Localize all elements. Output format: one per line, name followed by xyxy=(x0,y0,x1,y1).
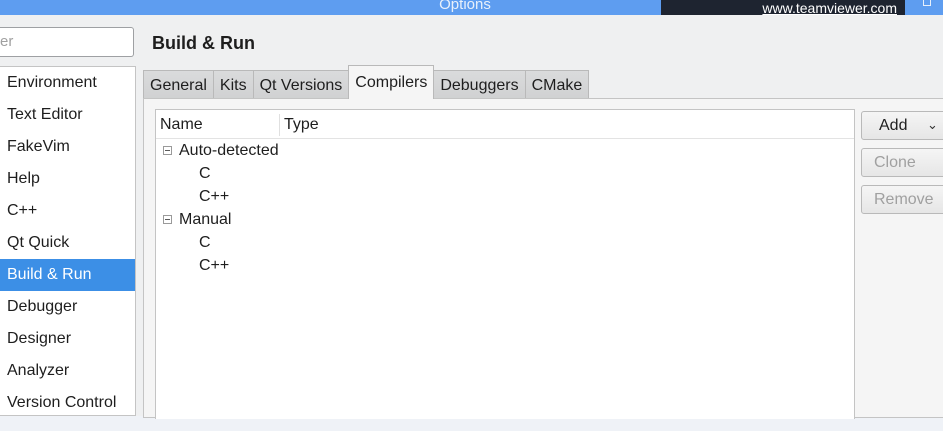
tree-item-label: C++ xyxy=(199,188,230,205)
sidebar-item-help[interactable]: Help xyxy=(0,163,135,195)
tree-item[interactable]: C xyxy=(156,162,854,185)
sidebar-item-environment[interactable]: Environment xyxy=(0,67,135,99)
tab-compilers[interactable]: Compilers xyxy=(348,65,435,99)
tree-item-label: C xyxy=(199,234,211,251)
sidebar-item-designer[interactable]: Designer xyxy=(0,323,135,355)
sidebar-item-cpp[interactable]: C++ xyxy=(0,195,135,227)
tree-item[interactable]: C++ xyxy=(156,254,854,277)
add-button-label: Add xyxy=(879,117,908,134)
sidebar-item-qt-quick[interactable]: Qt Quick xyxy=(0,227,135,259)
tree-group-auto-detected[interactable]: Auto-detected xyxy=(156,139,854,162)
remove-button[interactable]: Remove xyxy=(861,185,943,214)
sidebar-item-text-editor[interactable]: Text Editor xyxy=(0,99,135,131)
tree-group-manual[interactable]: Manual xyxy=(156,208,854,231)
compilers-panel: Name Type Auto-detected C C++ Manual C C… xyxy=(143,98,943,419)
add-button[interactable]: Add ⌄ xyxy=(861,111,943,140)
sidebar-item-build-run[interactable]: Build & Run xyxy=(0,259,135,291)
compiler-tree[interactable]: Name Type Auto-detected C C++ Manual C C… xyxy=(155,109,855,419)
tree-group-label: Auto-detected xyxy=(179,142,279,159)
collapse-icon[interactable] xyxy=(163,146,172,155)
tab-debuggers[interactable]: Debuggers xyxy=(433,70,526,99)
tab-qt-versions[interactable]: Qt Versions xyxy=(252,70,350,99)
tree-item-label: C xyxy=(199,165,211,182)
minimize-icon[interactable] xyxy=(923,0,931,6)
clone-button[interactable]: Clone xyxy=(861,148,943,177)
tree-item-label: C++ xyxy=(199,257,230,274)
sidebar-item-fakevim[interactable]: FakeVim xyxy=(0,131,135,163)
sidebar-item-debugger[interactable]: Debugger xyxy=(0,291,135,323)
teamviewer-link[interactable]: www.teamviewer.com xyxy=(762,0,897,16)
column-header-name[interactable]: Name xyxy=(160,110,203,140)
column-separator[interactable] xyxy=(279,114,280,136)
tree-item[interactable]: C++ xyxy=(156,185,854,208)
tree-header: Name Type xyxy=(156,110,854,139)
tab-bar: General Kits Qt Versions Compilers Debug… xyxy=(143,65,590,99)
tab-general[interactable]: General xyxy=(143,70,214,99)
chevron-down-icon: ⌄ xyxy=(927,117,938,132)
sidebar-item-version-control[interactable]: Version Control xyxy=(0,387,135,419)
page-title: Build & Run xyxy=(152,33,255,53)
options-window: er Environment Text Editor FakeVim Help … xyxy=(0,15,943,419)
tab-cmake[interactable]: CMake xyxy=(524,70,590,99)
sidebar-item-analyzer[interactable]: Analyzer xyxy=(0,355,135,387)
category-sidebar: Environment Text Editor FakeVim Help C++… xyxy=(0,66,136,416)
column-header-type[interactable]: Type xyxy=(284,110,319,140)
tab-kits[interactable]: Kits xyxy=(212,70,254,99)
tree-group-label: Manual xyxy=(179,211,232,228)
collapse-icon[interactable] xyxy=(163,215,172,224)
filter-input[interactable]: er xyxy=(0,27,134,57)
tree-item[interactable]: C xyxy=(156,231,854,254)
